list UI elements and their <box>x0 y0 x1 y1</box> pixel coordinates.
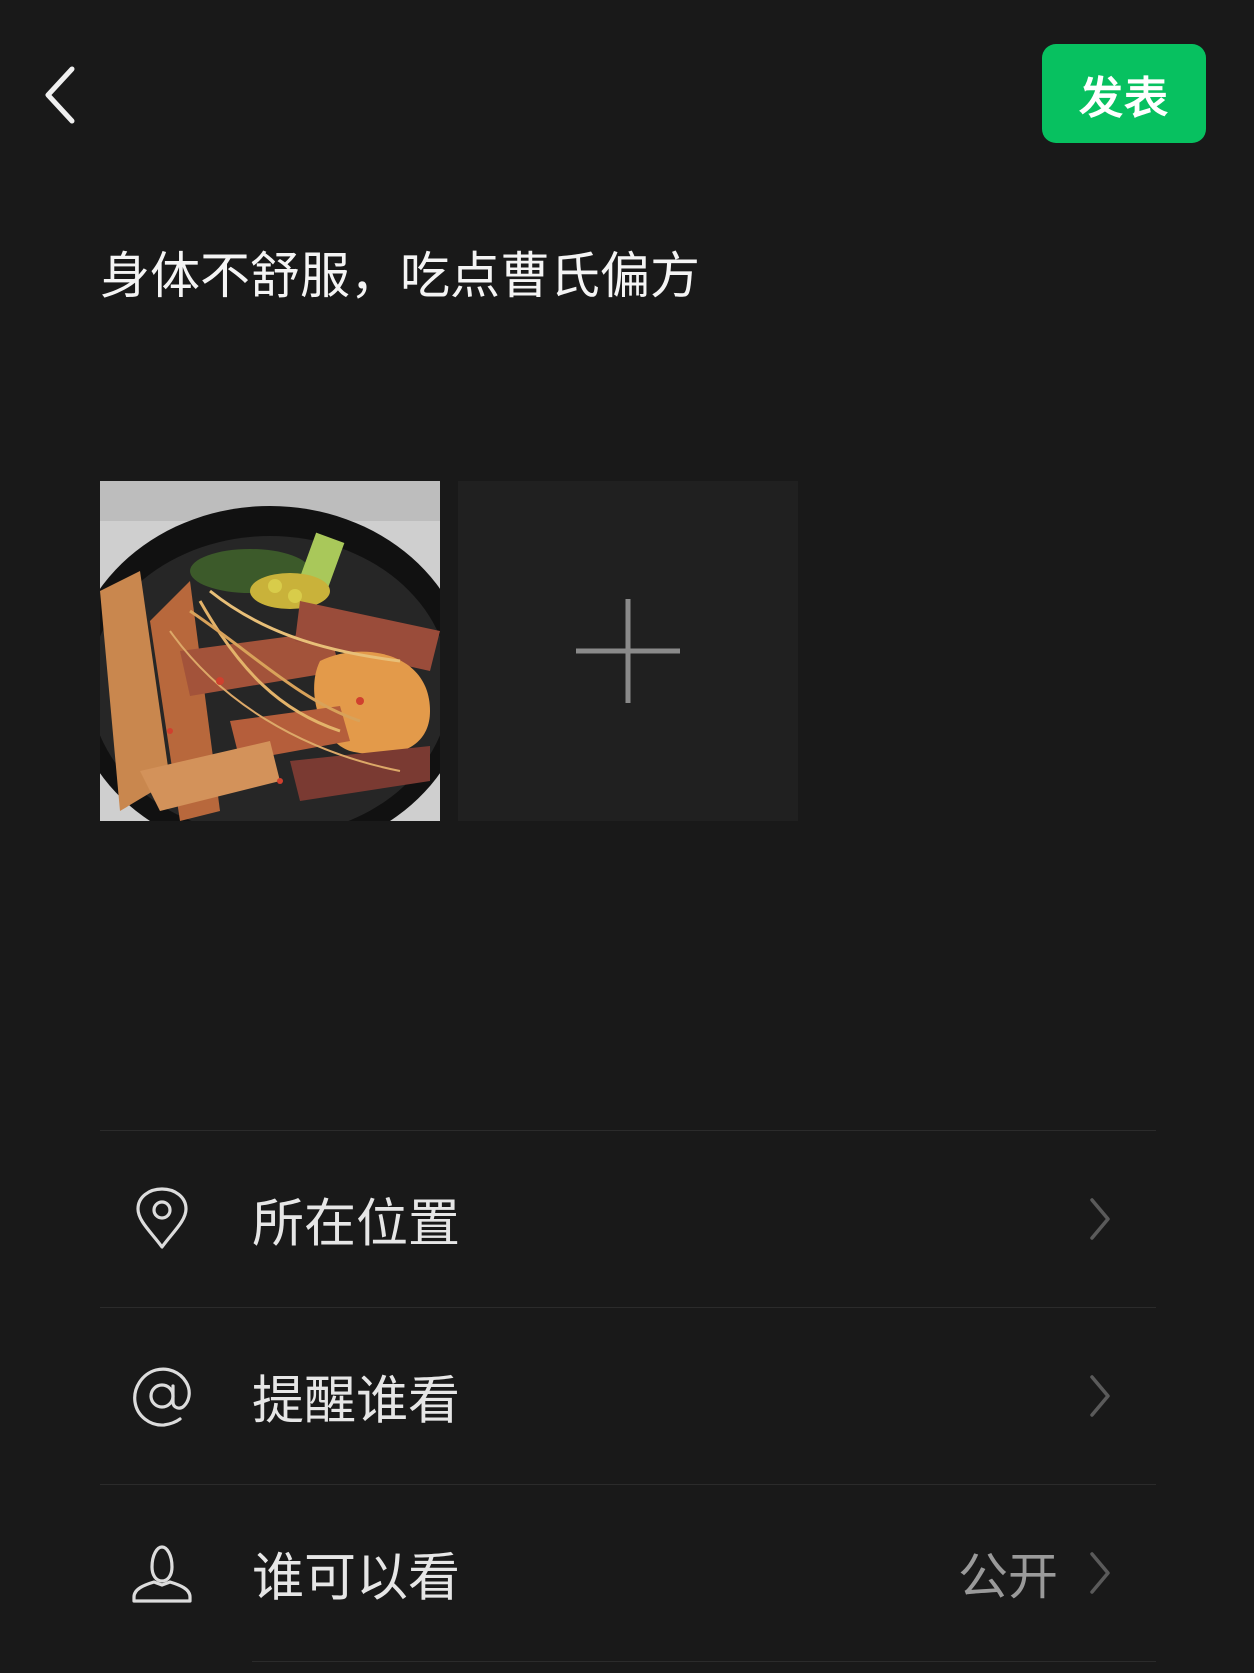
plus-icon <box>576 599 680 703</box>
option-location-label: 所在位置 <box>252 1194 461 1255</box>
option-visibility-label: 谁可以看 <box>252 1548 461 1609</box>
chevron-right-icon <box>1090 1552 1110 1594</box>
chevron-left-icon <box>45 66 75 124</box>
option-visibility[interactable]: 谁可以看 公开 <box>100 1485 1156 1661</box>
person-icon <box>132 1545 192 1603</box>
option-mention-label: 提醒谁看 <box>252 1371 461 1432</box>
publish-button[interactable]: 发表 <box>1042 44 1206 143</box>
row-divider <box>252 1661 1156 1662</box>
option-location[interactable]: 所在位置 <box>100 1131 1156 1307</box>
photo-thumbnail[interactable] <box>100 481 440 821</box>
chevron-right-icon <box>1090 1375 1110 1417</box>
option-mention[interactable]: 提醒谁看 <box>100 1308 1156 1484</box>
food-photo-image <box>100 481 440 821</box>
add-photo-button[interactable] <box>458 481 798 821</box>
at-sign-icon <box>133 1367 191 1427</box>
back-button[interactable] <box>30 55 90 135</box>
location-pin-icon <box>136 1187 188 1249</box>
option-visibility-value: 公开 <box>958 1548 1058 1606</box>
post-text[interactable]: 身体不舒服，吃点曹氏偏方 <box>100 238 700 314</box>
chevron-right-icon <box>1090 1198 1110 1240</box>
